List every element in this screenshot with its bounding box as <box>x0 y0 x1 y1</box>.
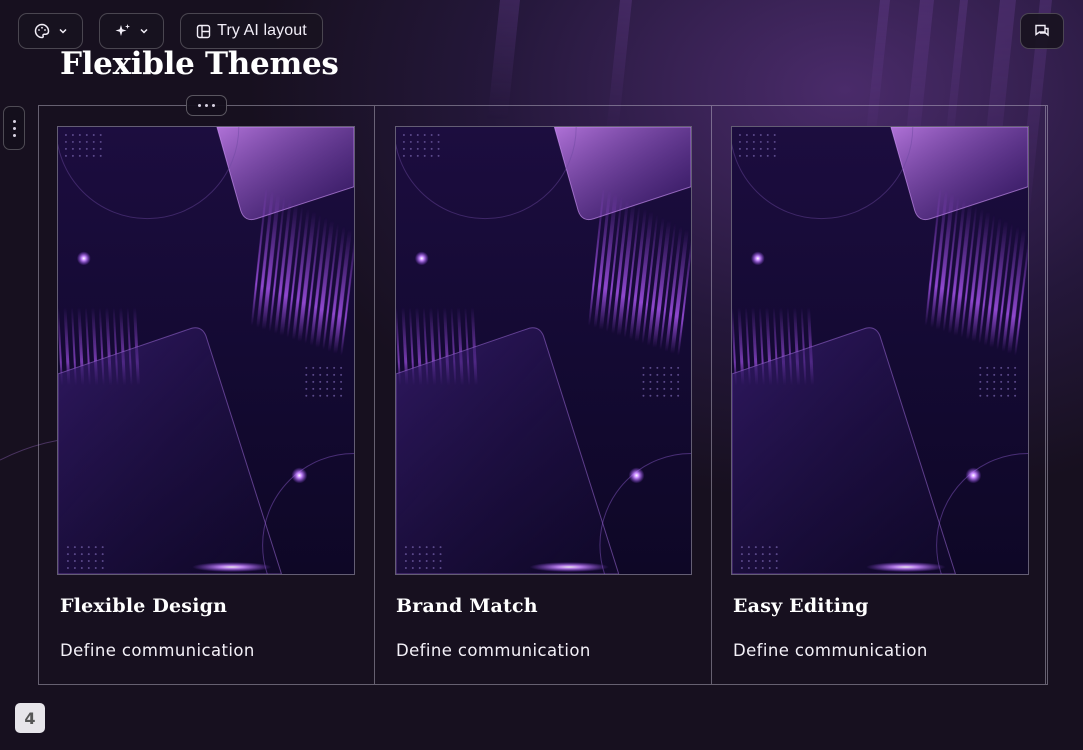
try-ai-layout-label: Try AI layout <box>217 22 307 39</box>
layout-icon <box>196 24 211 39</box>
drag-handle-horizontal[interactable] <box>186 95 227 116</box>
drag-handle-vertical[interactable] <box>3 106 25 150</box>
slide-title[interactable]: Flexible Themes <box>60 46 339 82</box>
chevron-down-icon <box>58 26 68 36</box>
abstract-purple-image <box>58 127 354 574</box>
try-ai-layout-button[interactable]: Try AI layout <box>180 13 323 49</box>
abstract-purple-image <box>396 127 691 574</box>
ai-assist-button[interactable] <box>99 13 164 49</box>
palette-icon <box>34 23 50 39</box>
card-image[interactable] <box>731 126 1029 575</box>
cards-grid: Flexible Design Define communication Bra… <box>38 105 1048 685</box>
card-image[interactable] <box>57 126 355 575</box>
comments-icon <box>1034 23 1050 39</box>
card[interactable]: Flexible Design Define communication <box>39 106 375 684</box>
theme-button[interactable] <box>18 13 83 49</box>
sparkles-icon <box>115 23 131 39</box>
card-description[interactable]: Define communication <box>396 641 591 660</box>
card-description[interactable]: Define communication <box>733 641 928 660</box>
card-image[interactable] <box>395 126 692 575</box>
card-title[interactable]: Flexible Design <box>60 595 227 617</box>
card-title[interactable]: Brand Match <box>396 595 538 617</box>
page-number-badge[interactable]: 4 <box>15 703 45 733</box>
abstract-purple-image <box>732 127 1028 574</box>
card-title[interactable]: Easy Editing <box>733 595 869 617</box>
card[interactable]: Easy Editing Define communication <box>712 106 1046 684</box>
chevron-down-icon <box>139 26 149 36</box>
comments-button[interactable] <box>1020 13 1064 49</box>
card[interactable]: Brand Match Define communication <box>375 106 712 684</box>
card-description[interactable]: Define communication <box>60 641 255 660</box>
